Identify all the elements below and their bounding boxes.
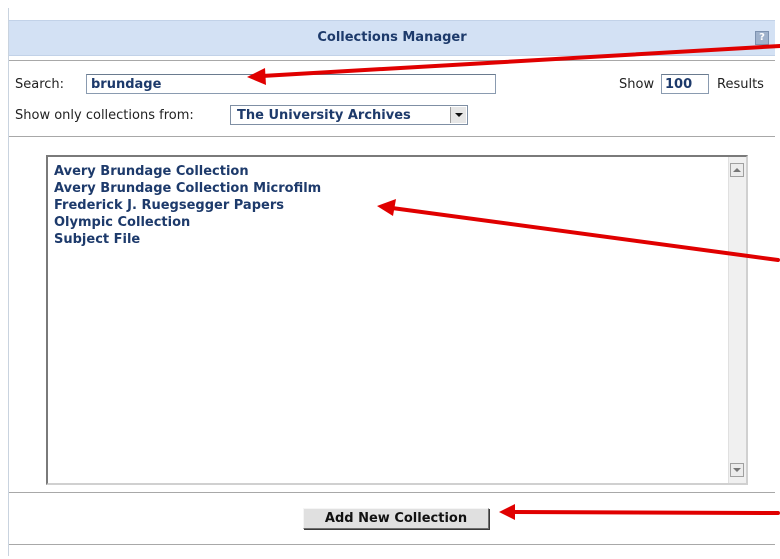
vertical-scrollbar[interactable] [728, 157, 746, 483]
scroll-down-icon[interactable] [730, 463, 744, 477]
filter-label: Show only collections from: [15, 108, 194, 123]
show-label: Show [619, 77, 655, 92]
divider [9, 60, 775, 61]
title-bar: Collections Manager ? [9, 20, 775, 56]
divider [9, 544, 775, 545]
list-item[interactable]: Avery Brundage Collection [54, 163, 746, 180]
list-item[interactable]: Frederick J. Ruegsegger Papers [54, 197, 746, 214]
repository-select-value: The University Archives [237, 108, 411, 123]
search-label: Search: [15, 77, 65, 92]
search-input[interactable] [86, 74, 496, 94]
results-label: Results [717, 77, 764, 92]
collections-manager-panel: Collections Manager ? Search: Show Resul… [8, 8, 775, 556]
chevron-down-icon[interactable] [450, 107, 466, 123]
list-item[interactable]: Olympic Collection [54, 214, 746, 231]
list-item[interactable]: Avery Brundage Collection Microfilm [54, 180, 746, 197]
add-new-collection-button[interactable]: Add New Collection [303, 508, 489, 529]
scroll-up-icon[interactable] [730, 163, 744, 177]
help-icon[interactable]: ? [755, 31, 769, 45]
divider [9, 136, 775, 137]
window-title: Collections Manager [317, 30, 467, 45]
collections-listbox[interactable]: Avery Brundage Collection Avery Brundage… [46, 155, 748, 485]
list-item[interactable]: Subject File [54, 231, 746, 248]
divider [9, 492, 775, 493]
results-count-input[interactable] [661, 74, 709, 94]
repository-select[interactable]: The University Archives [230, 105, 468, 125]
